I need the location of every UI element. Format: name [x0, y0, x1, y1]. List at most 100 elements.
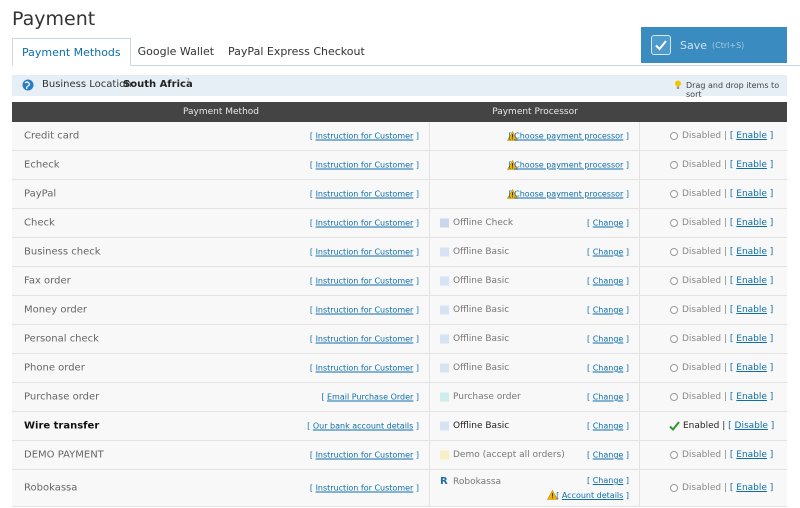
table-row[interactable]: Personal check [ Instruction for Customer…	[12, 325, 787, 354]
instruction-link[interactable]: [ Instruction for Customer ]	[310, 364, 419, 373]
change-processor-link[interactable]: [ Change ]	[587, 476, 629, 485]
change-link-text[interactable]: Change	[593, 277, 624, 286]
instruction-link[interactable]: [ Instruction for Customer ]	[310, 484, 419, 493]
status-toggle-link[interactable]: [ Enable ]	[730, 392, 773, 402]
instruction-link[interactable]: [ Our bank account details ]	[307, 422, 419, 431]
status-toggle-link[interactable]: [ Enable ]	[730, 276, 773, 286]
table-row[interactable]: Purchase order[ Email Purchase Order ] Pu…	[12, 383, 787, 412]
account-details-link-text[interactable]: Account details	[562, 491, 624, 500]
instruction-link-text[interactable]: Our bank account details	[313, 422, 414, 431]
instruction-link-text[interactable]: Instruction for Customer	[316, 161, 414, 170]
change-link-text[interactable]: Change	[593, 451, 624, 460]
instruction-link-text[interactable]: Instruction for Customer	[316, 306, 414, 315]
instruction-link-text[interactable]: Instruction for Customer	[316, 335, 414, 344]
status-toggle-link[interactable]: [ Enable ]	[730, 218, 773, 228]
status-toggle-link-text[interactable]: Enable	[736, 392, 767, 402]
status-toggle-link-text[interactable]: Enable	[736, 218, 767, 228]
instruction-link[interactable]: [ Instruction for Customer ]	[310, 161, 419, 170]
table-row[interactable]: Fax order [ Instruction for Customer ] Off…	[12, 267, 787, 296]
change-link-text[interactable]: Change	[593, 219, 624, 228]
instruction-link[interactable]: [ Instruction for Customer ]	[310, 219, 419, 228]
table-row[interactable]: Check [ Instruction for Customer ] Offline…	[12, 209, 787, 238]
status-toggle-link-text[interactable]: Enable	[736, 276, 767, 286]
status-toggle-link-text[interactable]: Enable	[736, 305, 767, 315]
instruction-link-text[interactable]: Instruction for Customer	[316, 484, 414, 493]
status-toggle-link[interactable]: [ Enable ]	[730, 363, 773, 373]
change-processor-link[interactable]: [ Change ]	[587, 393, 629, 402]
tab-paypal-express-checkout[interactable]: PayPal Express Checkout	[221, 38, 372, 65]
table-row[interactable]: Money order [ Instruction for Customer ] O…	[12, 296, 787, 325]
status-toggle-link-text[interactable]: Enable	[736, 131, 767, 141]
status-toggle-link-text[interactable]: Enable	[736, 247, 767, 257]
instruction-link[interactable]: [ Instruction for Customer ]	[310, 451, 419, 460]
instruction-link[interactable]: [ Instruction for Customer ]	[310, 306, 419, 315]
change-processor-link[interactable]: [ Change ]	[587, 451, 629, 460]
tab-payment-methods[interactable]: Payment Methods	[12, 38, 131, 66]
processor-name: Offline Basic	[453, 305, 510, 315]
change-processor-link[interactable]: [ Change ]	[587, 306, 629, 315]
choose-processor-link-text[interactable]: Choose payment processor	[514, 190, 623, 199]
table-row[interactable]: Robokassa [ Instruction for Customer ] R Ro…	[12, 470, 787, 507]
table-row[interactable]: Phone order [ Instruction for Customer ] O…	[12, 354, 787, 383]
change-processor-link[interactable]: [ Change ]	[587, 422, 629, 431]
table-row[interactable]: Wire transfer [ Our bank account details …	[12, 412, 787, 441]
status-toggle-link-text[interactable]: Enable	[736, 450, 767, 460]
status-toggle-link-text[interactable]: Enable	[736, 483, 767, 493]
change-link-text[interactable]: Change	[593, 335, 624, 344]
status-toggle-link[interactable]: [ Enable ]	[730, 305, 773, 315]
instruction-link-text[interactable]: Instruction for Customer	[316, 219, 414, 228]
change-link-text[interactable]: Change	[593, 393, 624, 402]
instruction-link[interactable]: [ Instruction for Customer ]	[310, 335, 419, 344]
status-toggle-link[interactable]: [ Enable ]	[730, 450, 773, 460]
status-toggle-link[interactable]: [ Enable ]	[730, 131, 773, 141]
choose-processor-link-text[interactable]: Choose payment processor	[514, 132, 623, 141]
change-link-text[interactable]: Change	[593, 248, 624, 257]
instruction-link-text[interactable]: Email Purchase Order	[327, 393, 413, 402]
choose-processor-link[interactable]: [ Choose payment processor ]	[508, 190, 629, 199]
change-link-text[interactable]: Change	[593, 306, 624, 315]
instruction-link-text[interactable]: Instruction for Customer	[316, 132, 414, 141]
instruction-link[interactable]: [ Instruction for Customer ]	[310, 190, 419, 199]
change-link-text[interactable]: Change	[593, 364, 624, 373]
instruction-link[interactable]: [ Instruction for Customer ]	[310, 248, 419, 257]
instruction-link-text[interactable]: Instruction for Customer	[316, 190, 414, 199]
status-toggle-link[interactable]: [ Disable ]	[728, 421, 774, 431]
table-row[interactable]: Business check [ Instruction for Customer…	[12, 238, 787, 267]
business-location-value[interactable]: South Africa	[123, 79, 193, 90]
instruction-link[interactable]: [ Instruction for Customer ]	[310, 277, 419, 286]
table-row[interactable]: Echeck [ Instruction for Customer ] [ Choo…	[12, 151, 787, 180]
choose-processor-link[interactable]: [ Choose payment processor ]	[508, 161, 629, 170]
change-processor-link[interactable]: [ Change ]	[587, 248, 629, 257]
table-row[interactable]: DEMO PAYMENT [ Instruction for Customer ]…	[12, 441, 787, 470]
status-toggle-link-text[interactable]: Enable	[736, 363, 767, 373]
instruction-link-text[interactable]: Instruction for Customer	[316, 451, 414, 460]
status-toggle-link-text[interactable]: Enable	[736, 334, 767, 344]
change-processor-link[interactable]: [ Change ]	[587, 335, 629, 344]
account-details-link[interactable]: [ Account details ]	[556, 491, 629, 500]
instruction-link[interactable]: [ Instruction for Customer ]	[310, 132, 419, 141]
help-icon[interactable]: ?	[186, 77, 190, 85]
status-toggle-link-text[interactable]: Enable	[736, 160, 767, 170]
status-toggle-link-text[interactable]: Disable	[735, 421, 768, 431]
table-row[interactable]: PayPal [ Instruction for Customer ] [ Choo…	[12, 180, 787, 209]
change-link-text[interactable]: Change	[593, 476, 624, 485]
instruction-link[interactable]: [ Email Purchase Order ]	[321, 393, 419, 402]
status-toggle-link[interactable]: [ Enable ]	[730, 334, 773, 344]
status-toggle-link[interactable]: [ Enable ]	[730, 189, 773, 199]
status-toggle-link[interactable]: [ Enable ]	[730, 160, 773, 170]
save-button[interactable]: Save (Ctrl+S)	[641, 27, 787, 63]
status-toggle-link[interactable]: [ Enable ]	[730, 483, 773, 493]
tab-google-wallet[interactable]: Google Wallet	[131, 38, 221, 65]
table-row[interactable]: Credit card [ Instruction for Customer ] […	[12, 122, 787, 151]
instruction-link-text[interactable]: Instruction for Customer	[316, 248, 414, 257]
change-processor-link[interactable]: [ Change ]	[587, 277, 629, 286]
choose-processor-link-text[interactable]: Choose payment processor	[514, 161, 623, 170]
change-link-text[interactable]: Change	[593, 422, 624, 431]
change-processor-link[interactable]: [ Change ]	[587, 364, 629, 373]
status-toggle-link[interactable]: [ Enable ]	[730, 247, 773, 257]
instruction-link-text[interactable]: Instruction for Customer	[316, 364, 414, 373]
instruction-link-text[interactable]: Instruction for Customer	[316, 277, 414, 286]
choose-processor-link[interactable]: [ Choose payment processor ]	[508, 132, 629, 141]
status-toggle-link-text[interactable]: Enable	[736, 189, 767, 199]
change-processor-link[interactable]: [ Change ]	[587, 219, 629, 228]
